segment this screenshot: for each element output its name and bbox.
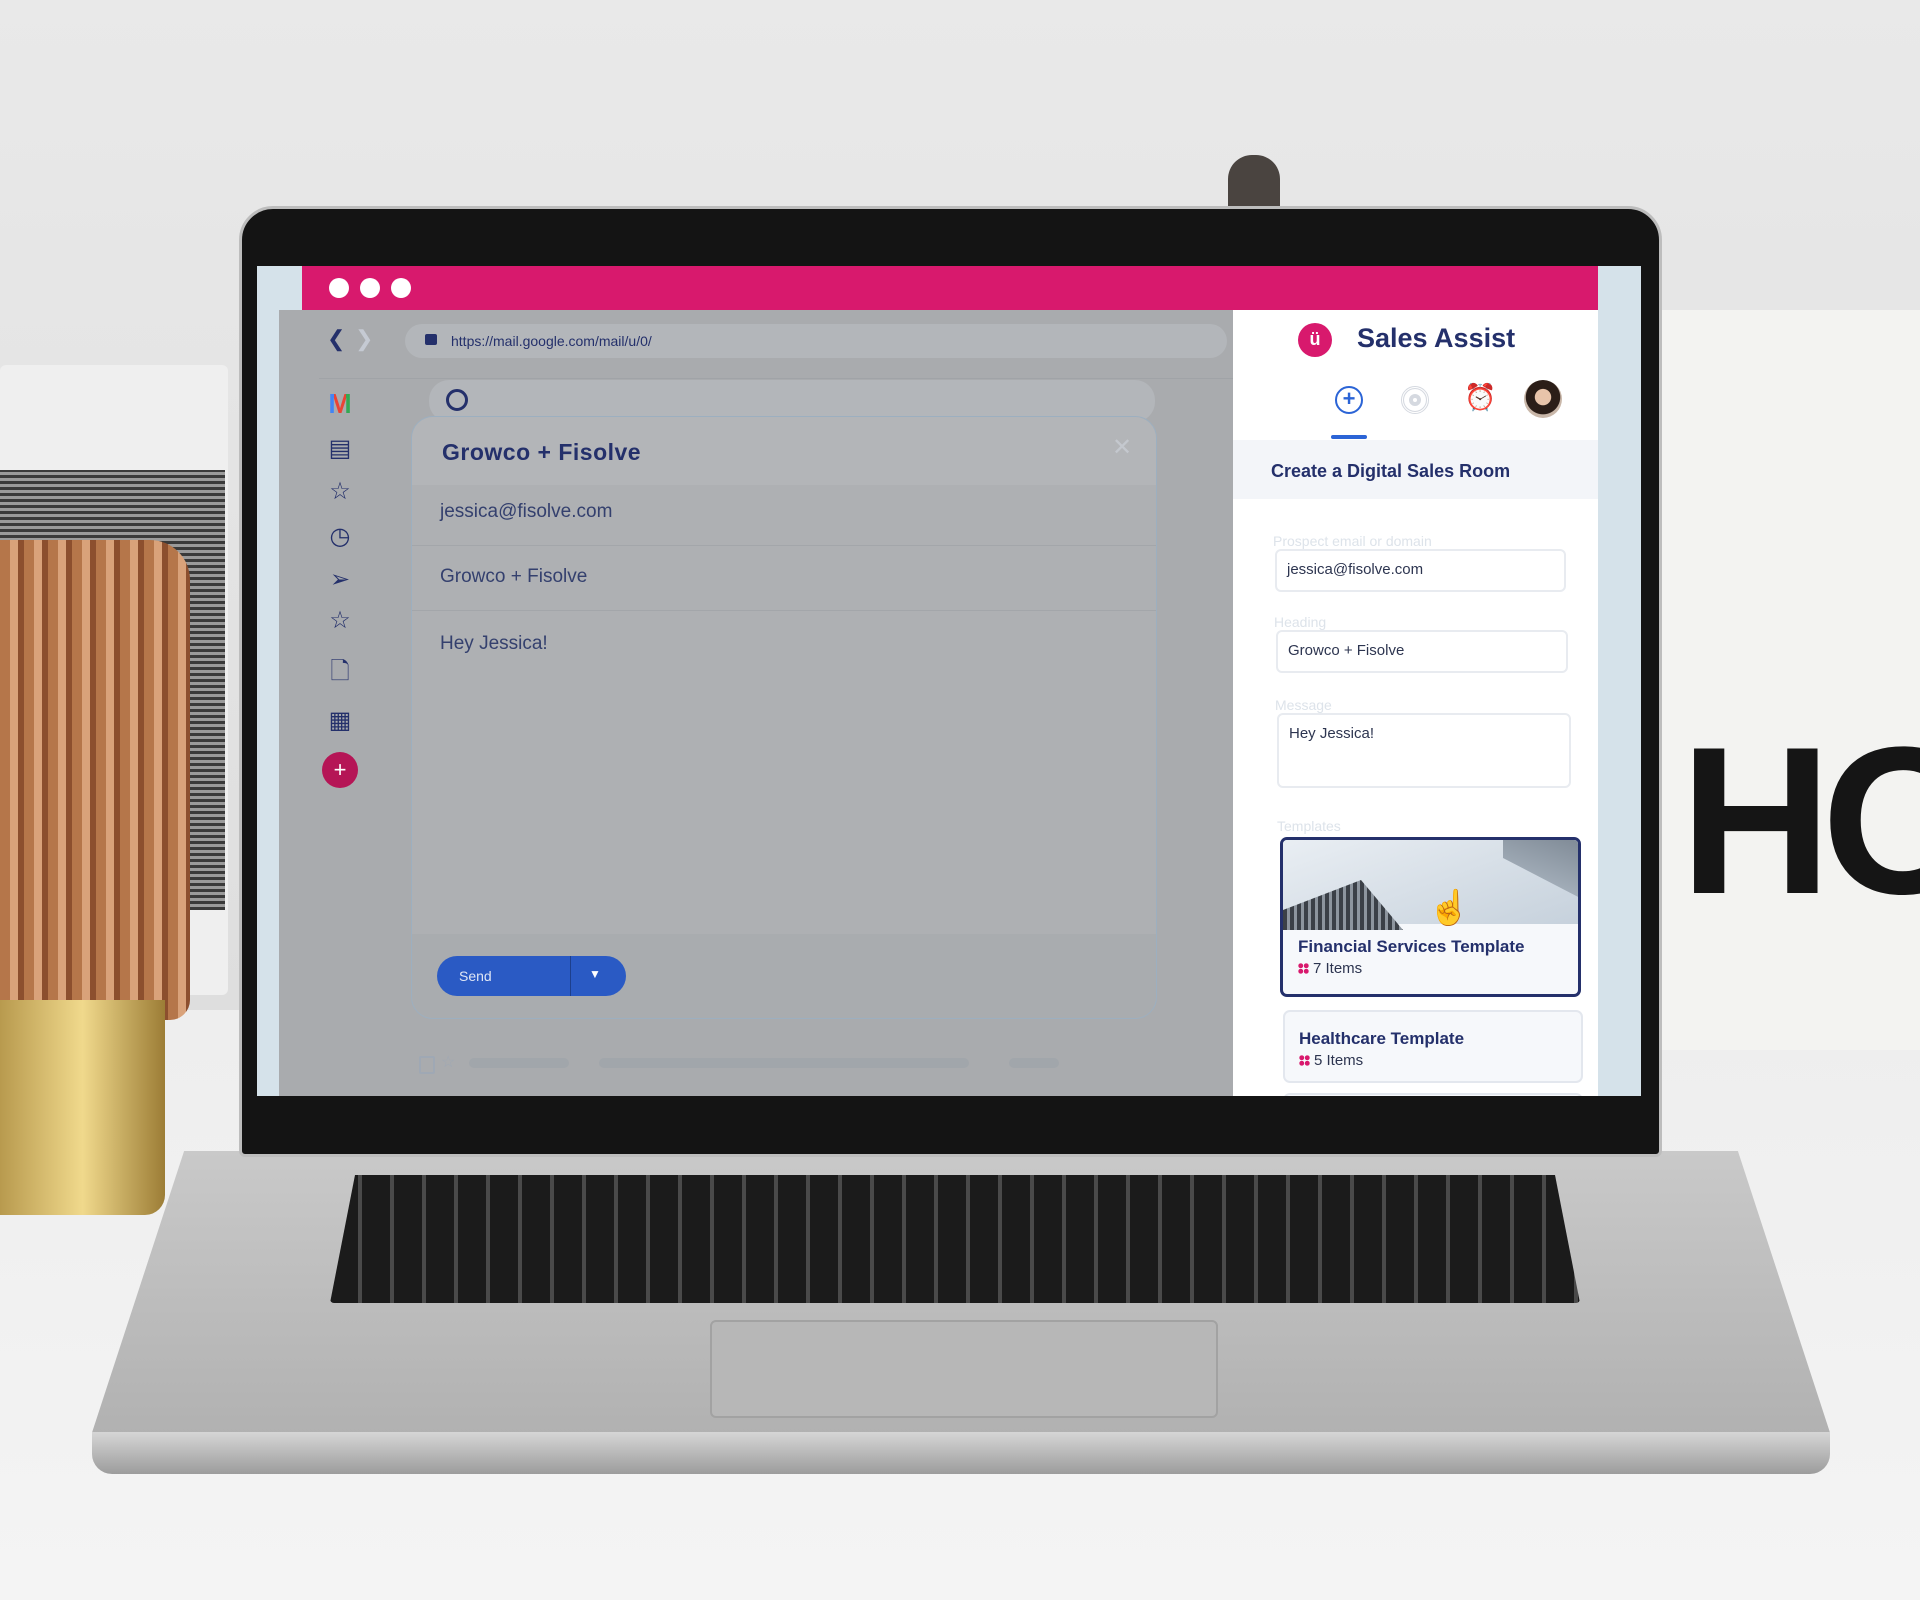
star-icon[interactable]: ☆ (325, 606, 355, 636)
send-label: Send (459, 968, 492, 984)
template-image: ☝ (1283, 840, 1578, 930)
template-item-count: 5 Items (1314, 1052, 1364, 1069)
compose-window: Growco + Fisolve ✕ jessica@fisolve.com G… (411, 416, 1157, 1019)
panel-title: Sales Assist (1357, 323, 1516, 353)
search-icon (446, 389, 468, 411)
gmail-window: ❮ ❯ https://mail.google.com/mail/u/0/ M … (279, 310, 1253, 1096)
clock-icon[interactable]: ◷ (325, 522, 355, 552)
sales-assist-panel: ü Sales Assist + ⏰ Create a Digital Sale… (1233, 310, 1598, 1096)
avatar[interactable] (1524, 380, 1562, 418)
star-icon[interactable]: ☆ (441, 1052, 455, 1072)
template-card-financial[interactable]: ☝ Financial Services Template 7 Items (1280, 837, 1581, 997)
chevron-right-icon[interactable]: ❯ (355, 326, 373, 352)
compose-plus-icon[interactable]: + (322, 752, 358, 788)
body-field[interactable]: Hey Jessica! (440, 633, 548, 655)
url-text: https://mail.google.com/mail/u/0/ (451, 333, 652, 349)
divider (570, 956, 571, 996)
compose-title: Growco + Fisolve (442, 439, 642, 465)
box-lettering: HO (1680, 703, 1920, 938)
target-icon[interactable] (1401, 386, 1429, 414)
row-checkbox[interactable] (419, 1056, 435, 1074)
template-card-partial[interactable] (1283, 1093, 1583, 1096)
keyboard (330, 1175, 1580, 1303)
template-items: 7 Items (1298, 960, 1362, 977)
divider (319, 378, 1253, 379)
template-name: Financial Services Template (1298, 937, 1525, 956)
address-bar[interactable]: https://mail.google.com/mail/u/0/ (405, 324, 1227, 358)
laptop-front-edge (92, 1432, 1830, 1474)
grid-icon (1298, 963, 1309, 974)
templates-label: Templates (1277, 818, 1341, 834)
close-icon[interactable]: ✕ (1112, 433, 1132, 462)
email-row-placeholder (599, 1058, 969, 1068)
sales-assist-logo: ü (1298, 323, 1332, 357)
template-name: Healthcare Template (1299, 1029, 1465, 1048)
prospect-label: Prospect email or domain (1273, 533, 1432, 549)
candle-base (0, 1000, 165, 1215)
label-icon[interactable]: ➢ (325, 565, 355, 595)
window-titlebar (302, 266, 1598, 310)
star-icon[interactable]: ☆ (325, 477, 355, 507)
message-label: Message (1275, 697, 1332, 713)
prospect-email-input[interactable]: jessica@fisolve.com (1275, 549, 1566, 592)
chevron-left-icon[interactable]: ❮ (327, 326, 345, 352)
gmail-logo[interactable]: M (325, 389, 355, 419)
heading-input[interactable]: Growco + Fisolve (1276, 630, 1568, 673)
email-row-placeholder (1009, 1058, 1059, 1068)
draft-icon[interactable]: 🗋 (325, 657, 355, 687)
to-field[interactable]: jessica@fisolve.com (440, 501, 612, 523)
template-items: 5 Items (1299, 1052, 1363, 1069)
inbox-icon[interactable]: ▤ (325, 434, 355, 464)
template-card-healthcare[interactable]: Healthcare Template 5 Items (1283, 1010, 1583, 1083)
send-options-dropdown[interactable]: ▼ (589, 967, 601, 981)
window-minimize-dot[interactable] (360, 278, 380, 298)
candle-glass (0, 540, 190, 1020)
template-item-count: 7 Items (1313, 960, 1363, 977)
building-image (1283, 880, 1403, 930)
grid-icon (1299, 1055, 1310, 1066)
alarm-icon[interactable]: ⏰ (1464, 382, 1496, 413)
building-image (1503, 840, 1578, 900)
email-row-placeholder (469, 1058, 569, 1068)
heading-label: Heading (1274, 614, 1327, 630)
add-icon[interactable]: + (1335, 386, 1363, 414)
trackpad (710, 1320, 1218, 1418)
subject-field[interactable]: Growco + Fisolve (440, 566, 587, 588)
active-tab-indicator (1331, 435, 1367, 439)
message-textarea[interactable]: Hey Jessica! (1277, 713, 1571, 788)
window-maximize-dot[interactable] (391, 278, 411, 298)
send-button[interactable]: Send ▼ (437, 956, 626, 996)
hand-cursor-icon: ☝ (1428, 889, 1471, 927)
divider (412, 610, 1156, 611)
trash-icon[interactable]: ▦ (325, 706, 355, 736)
section-title: Create a Digital Sales Room (1271, 461, 1511, 481)
window-close-dot[interactable] (329, 278, 349, 298)
divider (412, 545, 1156, 546)
lock-icon (425, 334, 437, 345)
laptop-screen: ❮ ❯ https://mail.google.com/mail/u/0/ M … (257, 266, 1641, 1096)
